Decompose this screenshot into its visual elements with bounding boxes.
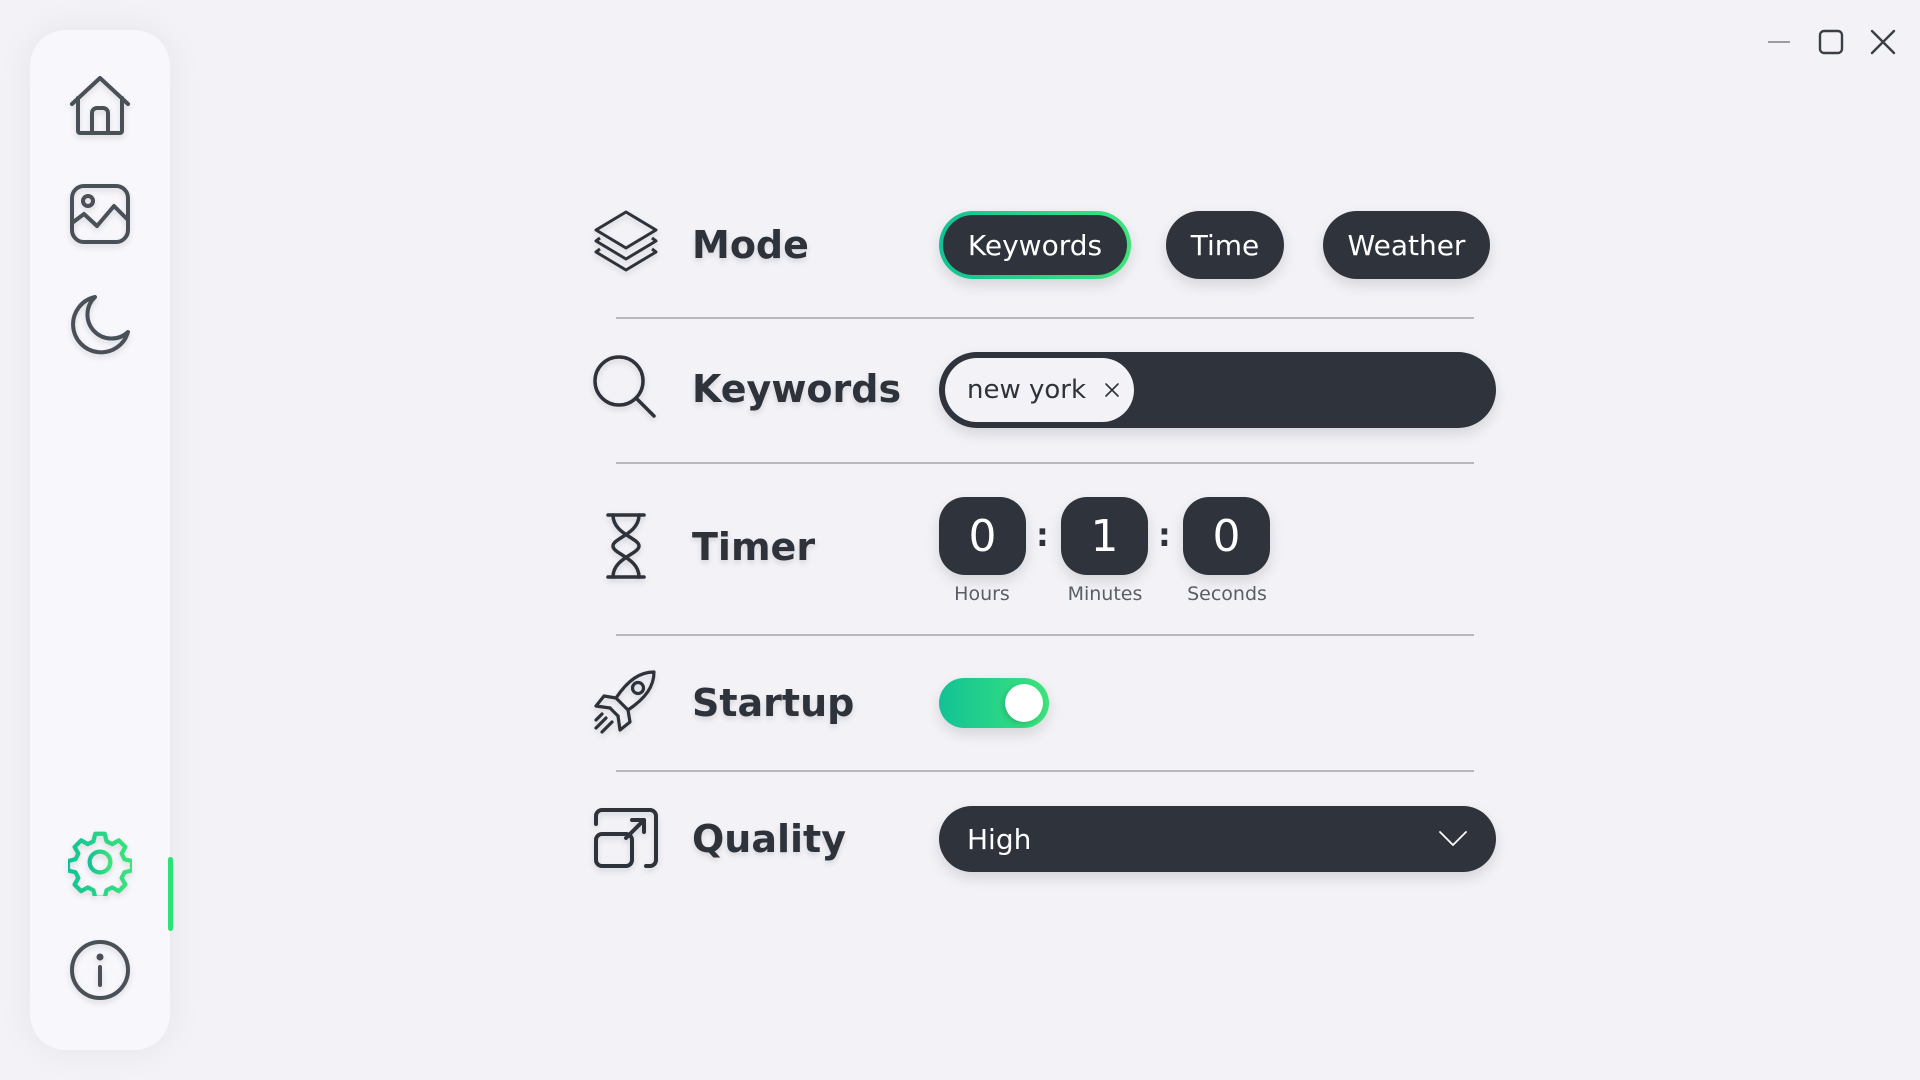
active-indicator [168,857,173,931]
timer-seconds-input[interactable]: 0 [1183,497,1270,575]
window-controls [1764,22,1898,62]
minimize-button[interactable] [1764,22,1794,62]
startup-label: Startup [692,681,855,725]
timer-separator: : [1158,516,1171,554]
mode-option-keywords[interactable]: Keywords [939,211,1131,279]
timer-minutes-input[interactable]: 1 [1061,497,1148,575]
sidebar-item-home[interactable] [68,74,132,138]
search-icon [592,354,660,422]
moon-icon [71,295,130,355]
gear-icon [68,831,132,896]
timer-label: Timer [692,525,816,569]
startup-toggle[interactable] [939,678,1049,728]
info-icon [70,940,130,1000]
sidebar-item-settings[interactable] [68,830,132,896]
timer-minutes-label: Minutes [1067,583,1143,605]
keywords-input[interactable]: new york [939,352,1496,428]
sidebar-item-about[interactable] [68,938,132,1002]
mode-label: Mode [692,223,809,267]
quality-selected-value: High [967,822,1032,856]
quality-label: Quality [692,817,846,861]
divider [616,462,1474,464]
home-icon [70,76,130,135]
divider [616,770,1474,772]
timer-seconds-label: Seconds [1187,583,1267,605]
sidebar-item-night[interactable] [68,292,132,356]
mode-option-weather[interactable]: Weather [1323,211,1490,279]
resize-icon [592,804,660,872]
close-icon [1870,29,1896,55]
divider [616,317,1474,319]
rocket-icon [592,668,660,736]
timer-hours-label: Hours [954,583,1010,605]
maximize-icon [1818,29,1844,55]
toggle-knob [1005,684,1043,722]
quality-dropdown[interactable]: High [939,806,1496,872]
divider [616,634,1474,636]
minimize-icon [1768,41,1790,43]
timer-hours-input[interactable]: 0 [939,497,1026,575]
sidebar-item-gallery[interactable] [68,182,132,246]
timer-separator: : [1036,516,1049,554]
maximize-button[interactable] [1816,22,1846,62]
keyword-chip-text: new york [967,375,1087,405]
layers-icon [592,210,660,278]
chevron-down-icon [1439,831,1467,846]
close-icon [1105,383,1119,397]
remove-keyword-button[interactable] [1104,382,1120,398]
keyword-chip: new york [945,358,1134,422]
mode-option-time[interactable]: Time [1166,211,1284,279]
sidebar [30,30,173,1050]
hourglass-icon [592,512,660,580]
close-button[interactable] [1868,22,1898,62]
image-icon [70,184,130,244]
keywords-label: Keywords [692,367,902,411]
